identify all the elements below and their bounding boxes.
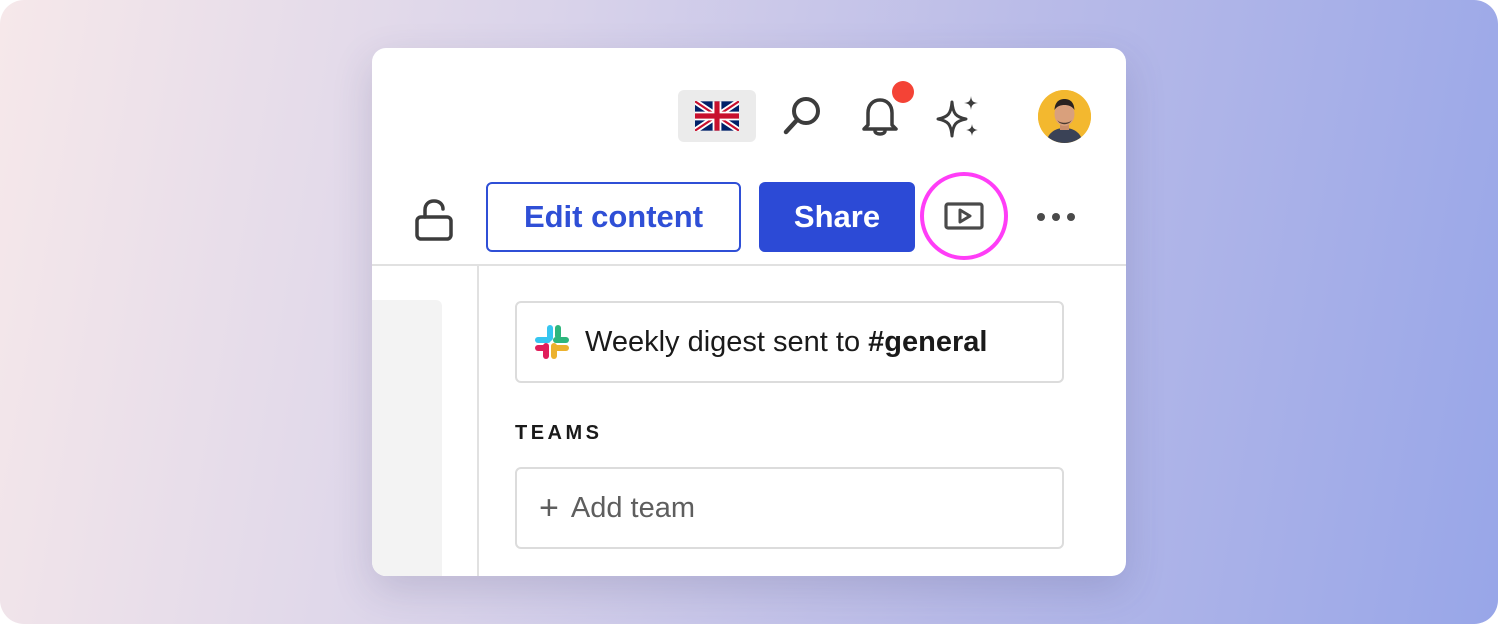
more-horizontal-icon xyxy=(1037,213,1045,221)
present-play-icon xyxy=(944,202,984,230)
more-options-button[interactable] xyxy=(1030,198,1082,236)
edit-content-button[interactable]: Edit content xyxy=(486,182,741,252)
plus-icon: + xyxy=(539,489,559,527)
slack-digest-item[interactable]: Weekly digest sent to #general xyxy=(515,301,1064,383)
background: Edit content Share Weekly digest sent to… xyxy=(0,0,1498,624)
sidebar-divider xyxy=(477,266,479,576)
digest-text: Weekly digest sent to #general xyxy=(585,326,987,359)
search-icon xyxy=(783,97,820,135)
lock-button[interactable] xyxy=(412,195,456,245)
share-button[interactable]: Share xyxy=(759,182,915,252)
search-button[interactable] xyxy=(778,92,826,140)
teams-heading: TEAMS xyxy=(515,422,603,444)
more-horizontal-icon xyxy=(1067,213,1075,221)
digest-channel: #general xyxy=(868,325,988,358)
more-horizontal-icon xyxy=(1052,213,1060,221)
language-button[interactable] xyxy=(678,90,756,142)
add-team-button[interactable]: + Add team xyxy=(515,467,1064,549)
uk-flag-icon xyxy=(695,101,739,131)
content-panel xyxy=(372,300,442,576)
notification-badge xyxy=(892,81,914,103)
present-button[interactable] xyxy=(920,172,1008,260)
bell-icon xyxy=(862,98,898,136)
user-avatar[interactable] xyxy=(1038,90,1091,143)
sparkles-icon xyxy=(936,96,978,138)
digest-label: Weekly digest sent to xyxy=(585,325,869,358)
header-divider xyxy=(372,264,1126,266)
app-card: Edit content Share Weekly digest sent to… xyxy=(372,48,1126,576)
avatar-image xyxy=(1038,90,1091,143)
slack-icon xyxy=(535,325,569,359)
add-team-label: Add team xyxy=(570,491,695,524)
ai-assistant-button[interactable] xyxy=(934,92,984,142)
lock-open-icon xyxy=(415,199,453,241)
